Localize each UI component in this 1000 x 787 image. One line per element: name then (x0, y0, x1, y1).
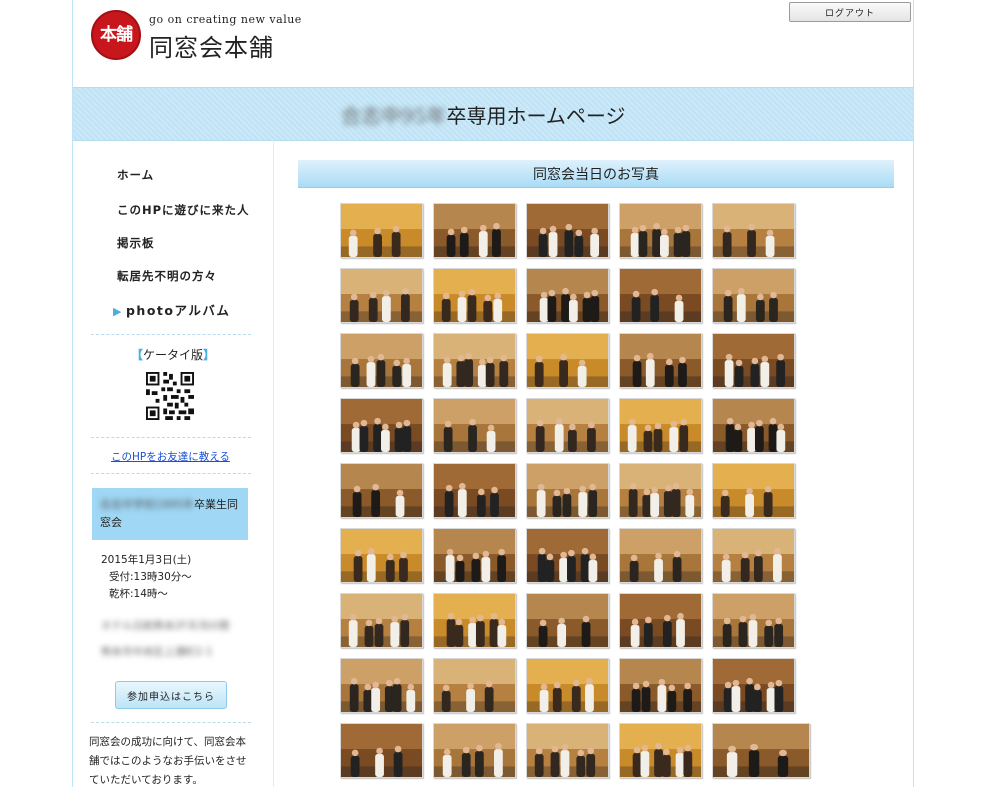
event-reception-time: 受付:13時30分～ (109, 571, 192, 583)
nav-photo-album[interactable]: ▶ photoアルバム (113, 300, 230, 319)
divider (91, 334, 251, 335)
photo-thumbnail[interactable] (433, 593, 516, 648)
photo-thumbnail[interactable] (619, 463, 702, 518)
photo-thumbnail[interactable] (712, 658, 795, 713)
event-name-box: 合志中学校1995年卒業生同窓会 (92, 488, 248, 540)
blurred-event-name: 合志中学校1995年 (100, 498, 194, 511)
photo-thumbnail[interactable] (340, 528, 423, 583)
photo-thumbnail[interactable] (340, 723, 423, 778)
photo-thumbnail[interactable] (433, 398, 516, 453)
support-text: 同窓会の成功に向けて、同窓会本舗ではこのようなお手伝いをさせていただいております… (89, 736, 247, 786)
blurred-address: 熊本市中央区上通町2-1 (101, 646, 213, 658)
photo-thumbnail[interactable] (433, 463, 516, 518)
photo-thumbnail[interactable] (340, 333, 423, 388)
triangle-right-icon: ▶ (113, 305, 123, 318)
photo-thumbnail[interactable] (619, 268, 702, 323)
page-frame: 本舗 go on creating new value 同窓会本舗 ログアウト … (72, 0, 914, 787)
sidebar: ホーム このHPに遊びに来た人 掲示板 転居先不明の方々 ▶ photoアルバム … (73, 140, 274, 787)
photo-thumbnail[interactable] (433, 723, 516, 778)
photo-thumbnail[interactable] (619, 398, 702, 453)
photo-thumbnail[interactable] (433, 528, 516, 583)
qr-code-icon (146, 372, 194, 420)
blurred-venue: ホテル日航熊本2F天河の間 (101, 620, 230, 632)
photo-thumbnail[interactable] (340, 268, 423, 323)
tagline: go on creating new value (149, 13, 302, 26)
photo-thumbnail[interactable] (619, 203, 702, 258)
brand-name: 同窓会本舗 (149, 34, 274, 62)
photo-thumbnail[interactable] (340, 658, 423, 713)
photo-thumbnail[interactable] (619, 723, 702, 778)
blurred-school-name: 合志中95年 (341, 104, 447, 128)
site-logo[interactable]: 本舗 go on creating new value 同窓会本舗 (91, 8, 301, 68)
photo-thumbnail[interactable] (526, 463, 609, 518)
photo-thumbnail[interactable] (712, 333, 795, 388)
photo-thumbnail[interactable] (526, 203, 609, 258)
photo-thumbnail[interactable] (433, 203, 516, 258)
logout-button[interactable]: ログアウト (789, 2, 911, 22)
photo-thumbnail[interactable] (712, 203, 795, 258)
photo-thumbnail[interactable] (340, 463, 423, 518)
photo-thumbnail[interactable] (433, 658, 516, 713)
photo-thumbnail[interactable] (619, 333, 702, 388)
photo-thumbnail[interactable] (712, 268, 795, 323)
logo-seal-icon: 本舗 (91, 10, 141, 60)
photo-thumbnail[interactable] (526, 723, 609, 778)
banner-title: 合志中95年 卒専用ホームページ (341, 100, 625, 129)
photo-thumbnail[interactable] (712, 463, 795, 518)
photo-thumbnail[interactable] (619, 658, 702, 713)
photo-thumbnail[interactable] (340, 203, 423, 258)
photo-thumbnail[interactable] (526, 528, 609, 583)
photo-thumbnail[interactable] (340, 398, 423, 453)
nav-photo-album-label: photoアルバム (125, 303, 231, 318)
divider (91, 437, 251, 438)
nav-unknown-address[interactable]: 転居先不明の方々 (117, 268, 217, 284)
photo-thumbnail[interactable] (526, 398, 609, 453)
mobile-version-label: 【ケータイ版】 (131, 348, 216, 362)
photo-thumbnail[interactable] (619, 528, 702, 583)
photo-thumbnail[interactable] (340, 593, 423, 648)
apply-button[interactable]: 参加申込はこちら (115, 681, 227, 709)
photo-thumbnail[interactable] (526, 593, 609, 648)
photo-thumbnail[interactable] (433, 268, 516, 323)
section-title: 同窓会当日のお写真 (298, 160, 894, 188)
photo-thumbnail[interactable] (712, 528, 795, 583)
event-toast-time: 乾杯:14時～ (109, 588, 168, 600)
page-banner: 合志中95年 卒専用ホームページ (73, 87, 913, 141)
photo-thumbnail[interactable] (712, 723, 810, 778)
nav-home[interactable]: ホーム (117, 167, 154, 183)
banner-title-suffix: 卒専用ホームページ (446, 104, 626, 128)
nav-bulletin-board[interactable]: 掲示板 (117, 235, 155, 251)
share-with-friends-link[interactable]: このHPをお友達に教える (111, 449, 230, 464)
photo-thumbnail[interactable] (526, 333, 609, 388)
divider (91, 473, 251, 474)
photo-thumbnail[interactable] (526, 658, 609, 713)
event-date: 2015年1月3日(土) (101, 554, 192, 566)
nav-visitors[interactable]: このHPに遊びに来た人 (117, 202, 250, 218)
divider (91, 722, 251, 723)
photo-thumbnail[interactable] (526, 268, 609, 323)
photo-thumbnail[interactable] (433, 333, 516, 388)
photo-thumbnail[interactable] (712, 593, 795, 648)
photo-thumbnail[interactable] (712, 398, 795, 453)
photo-thumbnail[interactable] (619, 593, 702, 648)
